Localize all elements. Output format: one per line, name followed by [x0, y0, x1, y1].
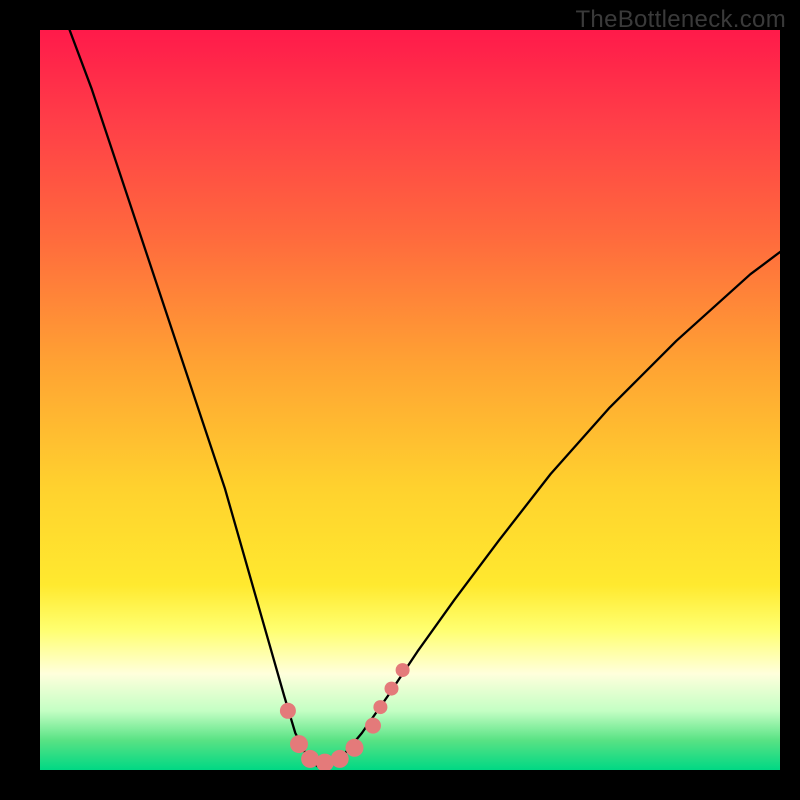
watermark-text: TheBottleneck.com — [575, 6, 786, 34]
curve-marker — [385, 682, 399, 696]
curve-marker — [290, 735, 308, 753]
curve-marker — [365, 718, 381, 734]
chart-frame: TheBottleneck.com — [0, 0, 800, 800]
plot-area — [40, 30, 780, 770]
curve-marker — [331, 750, 349, 768]
curve-line — [70, 30, 780, 766]
curve-marker — [396, 663, 410, 677]
curve-marker — [280, 703, 296, 719]
curve-marker — [373, 700, 387, 714]
bottleneck-curve-svg — [40, 30, 780, 770]
curve-marker — [346, 739, 364, 757]
